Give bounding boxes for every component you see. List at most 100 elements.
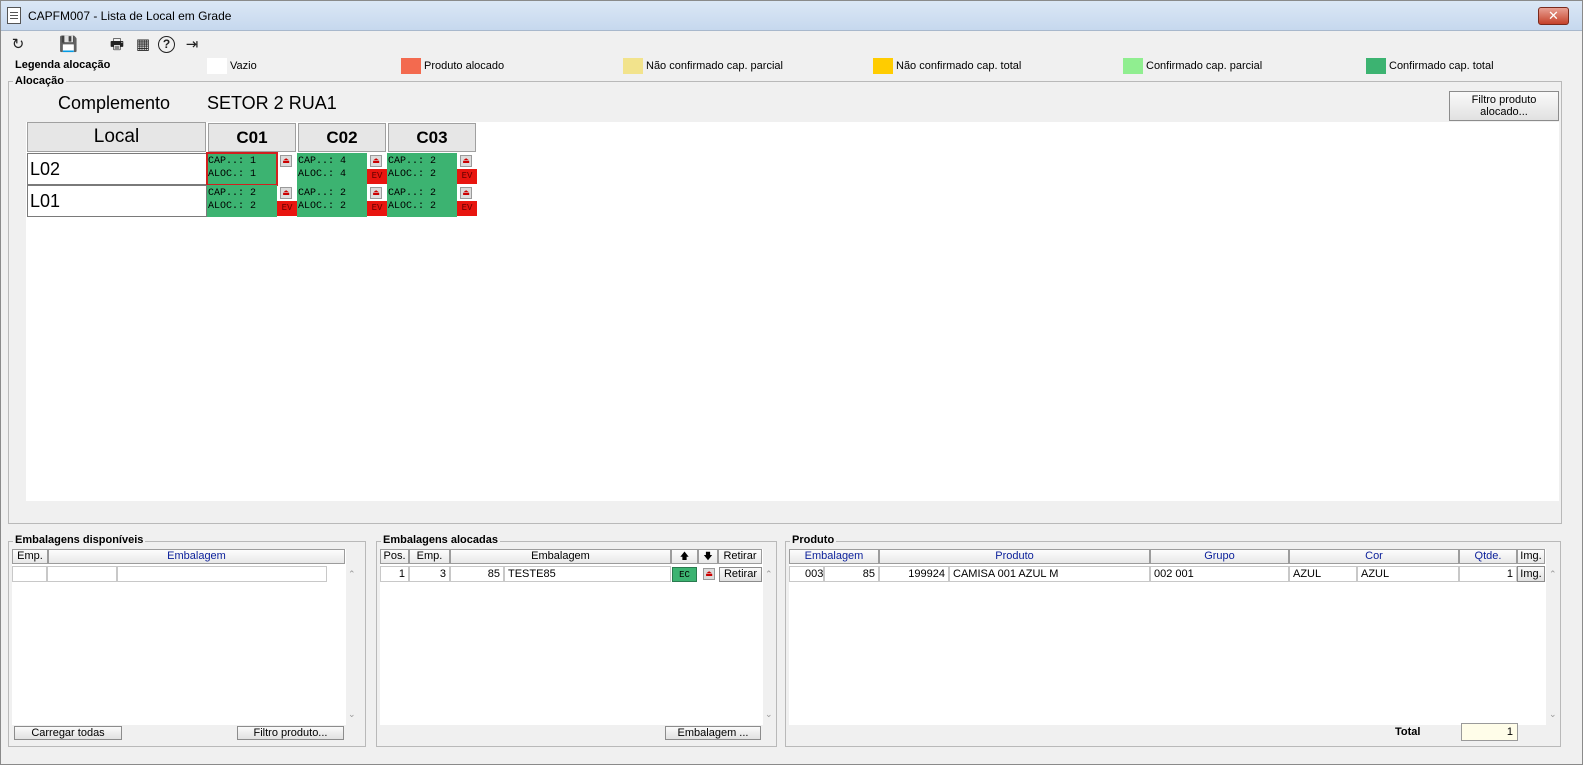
retirar-button[interactable]: Retirar	[719, 567, 762, 582]
slot-cell[interactable]: CAP..: 2 ALOC.: 2	[387, 153, 457, 185]
scroll-up-icon[interactable]: ⌃	[348, 569, 356, 580]
alocadas-header-emp[interactable]: Emp.	[409, 549, 450, 564]
embalagem-button[interactable]: Embalagem ...	[665, 726, 761, 740]
eject-icon[interactable]: ⏏	[280, 155, 292, 167]
disponiveis-header-embalagem[interactable]: Embalagem	[48, 549, 345, 564]
alocadas-header-embalagem[interactable]: Embalagem	[450, 549, 671, 564]
legend-swatch	[1123, 58, 1143, 74]
disponiveis-cell	[117, 566, 327, 582]
produto-cell-emb1: 003	[789, 566, 824, 582]
local-cell-l02[interactable]: L02	[27, 153, 207, 185]
move-down-icon[interactable]: 🡇	[698, 549, 718, 564]
slot-capacity: CAP..: 1	[208, 156, 257, 167]
total-field: 1	[1461, 723, 1518, 741]
legend-swatch	[873, 58, 893, 74]
complemento-label: Complemento	[58, 93, 171, 113]
slot-cell[interactable]: CAP..: 1 ALOC.: 1	[206, 152, 278, 186]
disponiveis-header-emp[interactable]: Emp.	[12, 549, 48, 564]
alocadas-cell-code: 85	[450, 566, 504, 582]
local-cell-l01[interactable]: L01	[27, 185, 207, 217]
column-header-c03: C03	[388, 123, 476, 152]
slot-cell[interactable]: CAP..: 2 ALOC.: 2	[387, 185, 457, 217]
main-window: CAPFM007 - Lista de Local em Grade ✕ ↻ 💾…	[0, 0, 1583, 765]
filter-produto-alocado-button[interactable]: Filtro produto alocado...	[1449, 91, 1559, 121]
legend-label: Vazio	[230, 60, 257, 72]
window-title: CAPFM007 - Lista de Local em Grade	[28, 9, 232, 23]
slot-cell[interactable]: CAP..: 2 ALOC.: 2	[297, 185, 367, 217]
slot-allocated: ALOC.: 2	[208, 201, 257, 212]
ec-badge[interactable]: EC	[672, 567, 697, 582]
complemento-value: SETOR 2 RUA1	[207, 93, 337, 113]
column-header-c02: C02	[298, 123, 386, 152]
eject-icon[interactable]: ⏏	[370, 187, 382, 199]
help-icon[interactable]: ?	[158, 36, 175, 53]
ev-badge[interactable]: EV	[367, 169, 387, 184]
ev-badge[interactable]: EV	[367, 201, 387, 216]
calendar-icon[interactable]: ▦	[134, 36, 152, 54]
ev-badge[interactable]: EV	[457, 201, 477, 216]
eject-icon[interactable]: ⏏	[460, 155, 472, 167]
produto-title: Produto	[790, 534, 837, 546]
produto-header-img[interactable]: Img.	[1517, 549, 1545, 564]
column-header-c01: C01	[208, 123, 296, 152]
slot-allocated: ALOC.: 2	[298, 201, 347, 212]
carregar-todas-button[interactable]: Carregar todas	[14, 726, 122, 740]
document-icon	[7, 7, 21, 24]
scroll-down-icon[interactable]: ⌄	[348, 709, 356, 720]
legend-swatch	[207, 58, 227, 74]
produto-header-produto[interactable]: Produto	[879, 549, 1150, 564]
slot-cell[interactable]: CAP..: 2 ALOC.: 2	[207, 185, 277, 217]
produto-cell-grupo: 002 001	[1150, 566, 1289, 582]
scroll-down-icon[interactable]: ⌄	[1549, 709, 1557, 720]
alocadas-cell-name: TESTE85	[504, 566, 671, 582]
eject-icon[interactable]: ⏏	[460, 187, 472, 199]
local-header: Local	[27, 122, 206, 152]
legend-title: Legenda alocação	[15, 59, 111, 71]
move-up-icon[interactable]: 🡅	[671, 549, 698, 564]
disponiveis-title: Embalagens disponíveis	[13, 534, 146, 546]
produto-cell-cor2: AZUL	[1357, 566, 1459, 582]
legend-label: Não confirmado cap. parcial	[646, 60, 783, 72]
img-button[interactable]: Img.	[1517, 566, 1545, 582]
eject-icon[interactable]: ⏏	[703, 568, 715, 580]
produto-header-embalagem[interactable]: Embalagem	[789, 549, 879, 564]
eject-icon[interactable]: ⏏	[370, 155, 382, 167]
scroll-up-icon[interactable]: ⌃	[1549, 569, 1557, 580]
refresh-icon[interactable]: ↻	[9, 36, 27, 54]
filtro-produto-button[interactable]: Filtro produto...	[237, 726, 344, 740]
close-button[interactable]: ✕	[1538, 7, 1569, 25]
ev-badge[interactable]: EV	[457, 169, 477, 184]
produto-header-cor[interactable]: Cor	[1289, 549, 1459, 564]
alocadas-header-retirar[interactable]: Retirar	[718, 549, 762, 564]
scroll-down-icon[interactable]: ⌄	[765, 709, 773, 720]
eject-icon[interactable]: ⏏	[280, 187, 292, 199]
produto-header-grupo[interactable]: Grupo	[1150, 549, 1289, 564]
disponiveis-cell	[47, 566, 117, 582]
slot-cell[interactable]: CAP..: 4 ALOC.: 4	[297, 153, 367, 185]
produto-cell-emb2: 85	[824, 566, 879, 582]
legend-label: Confirmado cap. parcial	[1146, 60, 1263, 72]
alocadas-cell-emp: 3	[409, 566, 450, 582]
legend-swatch	[401, 58, 421, 74]
slot-allocated: ALOC.: 4	[298, 169, 347, 180]
alocadas-header-pos[interactable]: Pos.	[380, 549, 409, 564]
produto-header-qtde[interactable]: Qtde.	[1459, 549, 1517, 564]
scroll-up-icon[interactable]: ⌃	[765, 569, 773, 580]
legend-label: Não confirmado cap. total	[896, 60, 1022, 72]
ev-badge[interactable]: EV	[277, 201, 297, 216]
slot-capacity: CAP..: 4	[298, 156, 347, 167]
produto-cell-cor1: AZUL	[1289, 566, 1357, 582]
print-icon[interactable]: 🖶	[108, 36, 126, 54]
disponiveis-cell	[12, 566, 47, 582]
produto-cell-codigo: 199924	[879, 566, 949, 582]
save-icon[interactable]: 💾	[59, 36, 78, 54]
slot-allocated: ALOC.: 2	[388, 201, 437, 212]
exit-icon[interactable]: ⇥	[183, 36, 201, 54]
slot-capacity: CAP..: 2	[388, 156, 437, 167]
alocadas-cell-pos: 1	[380, 566, 409, 582]
legend-swatch	[623, 58, 643, 74]
legend-label: Confirmado cap. total	[1389, 60, 1494, 72]
legend-swatch	[1366, 58, 1386, 74]
slot-capacity: CAP..: 2	[208, 188, 257, 199]
produto-cell-qtde: 1	[1459, 566, 1517, 582]
